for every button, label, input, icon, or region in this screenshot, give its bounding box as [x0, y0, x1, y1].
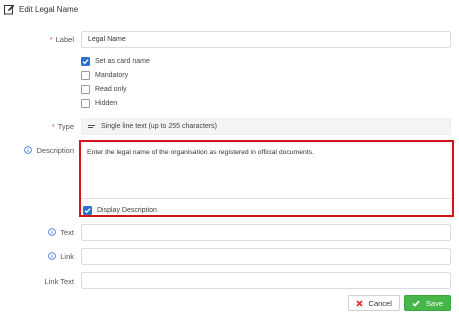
description-textarea[interactable]: Enter the legal name of the organisation…	[87, 149, 314, 156]
checkbox-checked-icon[interactable]	[83, 206, 92, 215]
mandatory-checkbox[interactable]: Mandatory	[81, 70, 128, 81]
checkbox-unchecked-icon[interactable]	[81, 85, 90, 94]
dialog-footer: Cancel Save	[347, 295, 451, 311]
description-panel: Enter the legal name of the organisation…	[79, 140, 454, 217]
type-display: Single line text (up to 255 characters)	[81, 118, 451, 135]
hidden-checkbox[interactable]: Hidden	[81, 98, 117, 109]
link-field-label: Link	[48, 250, 74, 262]
cancel-button[interactable]: Cancel	[347, 295, 400, 311]
close-icon	[355, 299, 363, 307]
display-description-checkbox[interactable]: Display Description	[83, 206, 157, 215]
required-marker: *	[49, 34, 53, 44]
info-icon	[24, 146, 33, 154]
divider	[81, 198, 452, 199]
text-field-label: Text	[48, 226, 74, 238]
edit-icon	[4, 4, 15, 15]
read-only-checkbox[interactable]: Read only	[81, 84, 127, 95]
type-field-label: * Type	[51, 121, 74, 131]
checkbox-unchecked-icon[interactable]	[81, 71, 90, 80]
save-button[interactable]: Save	[403, 295, 451, 311]
link-input[interactable]	[81, 248, 451, 265]
checkbox-label: Hidden	[95, 100, 118, 107]
check-icon	[412, 300, 420, 307]
checkbox-unchecked-icon[interactable]	[81, 99, 90, 108]
checkbox-label: Mandatory	[95, 72, 129, 79]
info-icon	[48, 228, 57, 236]
link-text-input[interactable]	[81, 272, 451, 289]
checkbox-label: Display Description	[97, 207, 157, 214]
text-input[interactable]	[81, 224, 451, 241]
info-icon	[48, 252, 57, 260]
link-text-field-label: Link Text	[44, 276, 74, 286]
required-marker: *	[51, 121, 55, 131]
checkbox-label: Set as card name	[95, 58, 150, 65]
label-input[interactable]: Legal Name	[81, 31, 451, 48]
label-field-label: * Label	[49, 34, 74, 44]
description-field-label: Description	[24, 144, 74, 156]
checkbox-checked-icon[interactable]	[81, 57, 90, 66]
dialog-title: Edit Legal Name	[19, 4, 79, 14]
set-as-card-name-checkbox[interactable]: Set as card name	[81, 56, 150, 67]
checkbox-label: Read only	[95, 86, 127, 93]
lines-icon	[88, 124, 95, 129]
dialog-header: Edit Legal Name	[4, 2, 78, 16]
